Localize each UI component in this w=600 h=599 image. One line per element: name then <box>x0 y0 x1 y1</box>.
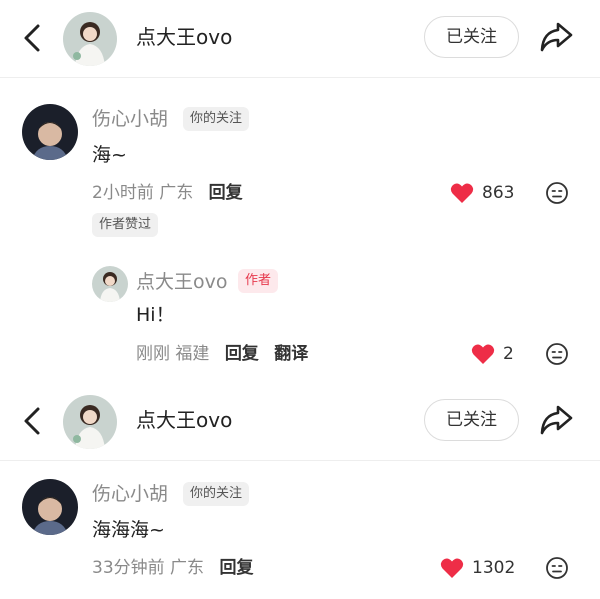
commenter-avatar[interactable] <box>22 479 78 535</box>
comment-text: 海海海~ <box>92 519 165 541</box>
like-button[interactable]: 1302 <box>440 554 515 582</box>
like-button[interactable]: 863 <box>450 179 514 207</box>
heart-icon <box>450 183 474 203</box>
back-icon[interactable] <box>18 18 48 58</box>
comment-location: 广东 <box>170 558 205 578</box>
reply-location: 福建 <box>175 344 210 364</box>
comment-meta: 33分钟前 广东 回复 <box>92 555 253 581</box>
user-name[interactable]: 点大王ovo <box>136 405 232 435</box>
like-count: 1302 <box>472 558 516 578</box>
comment-time: 2小时前 <box>92 183 154 203</box>
heart-icon <box>471 344 495 364</box>
author-badge: 作者 <box>238 269 279 293</box>
emoji-icon[interactable] <box>545 342 569 366</box>
share-icon[interactable] <box>538 20 574 54</box>
commenter-name[interactable]: 伤心小胡 <box>92 105 168 133</box>
reply-author-name[interactable]: 点大王ovo <box>136 268 228 296</box>
following-badge: 你的关注 <box>183 482 250 506</box>
following-button[interactable]: 已关注 <box>424 399 519 441</box>
reply-meta: 刚刚 福建 回复 翻译 <box>136 341 308 367</box>
reply-button[interactable]: 回复 <box>219 558 253 578</box>
translate-button[interactable]: 翻译 <box>274 344 308 364</box>
user-avatar[interactable] <box>63 395 117 449</box>
top-bar: 点大王ovo 已关注 <box>0 0 600 78</box>
top-bar-repeat: 点大王ovo 已关注 <box>0 383 600 461</box>
comment-time: 33分钟前 <box>92 558 165 578</box>
user-avatar[interactable] <box>63 12 117 66</box>
reply-like-button[interactable]: 2 <box>471 340 514 368</box>
user-name[interactable]: 点大王ovo <box>136 22 232 52</box>
reply-button[interactable]: 回复 <box>209 183 243 203</box>
commenter-avatar[interactable] <box>22 104 78 160</box>
reply-time: 刚刚 <box>136 344 170 364</box>
emoji-icon[interactable] <box>545 556 569 580</box>
reply-reply-button[interactable]: 回复 <box>225 344 259 364</box>
comment-text: 海~ <box>92 144 127 166</box>
author-liked-badge: 作者赞过 <box>92 213 159 237</box>
share-icon[interactable] <box>538 403 574 437</box>
emoji-icon[interactable] <box>545 181 569 205</box>
reply-like-count: 2 <box>503 344 514 364</box>
like-count: 863 <box>482 183 515 203</box>
following-badge: 你的关注 <box>183 107 250 131</box>
heart-icon <box>440 558 464 578</box>
comment-meta: 2小时前 广东 回复 <box>92 180 243 206</box>
following-button[interactable]: 已关注 <box>424 16 519 58</box>
back-icon[interactable] <box>18 401 48 441</box>
reply-avatar[interactable] <box>92 266 128 302</box>
commenter-name[interactable]: 伤心小胡 <box>92 480 168 508</box>
reply-text: Hi！ <box>136 304 175 326</box>
comment-location: 广东 <box>159 183 194 203</box>
